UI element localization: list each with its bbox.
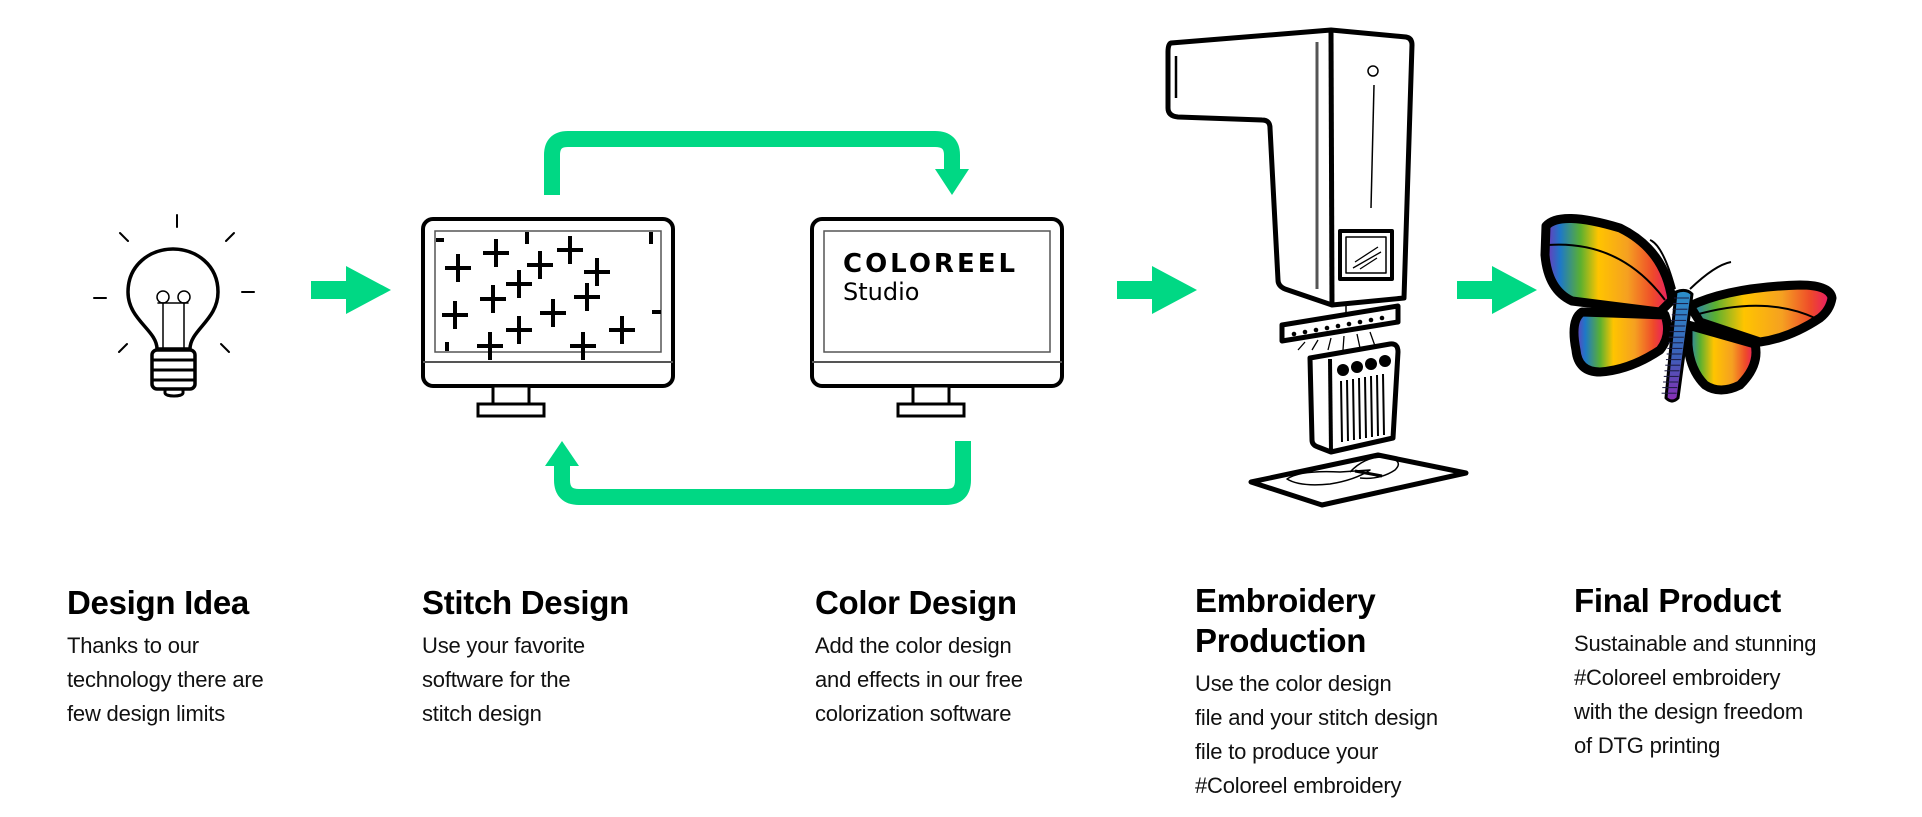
step-description: Thanks to our technology there are few d… <box>67 629 264 731</box>
ray <box>220 343 230 353</box>
description-line: file to produce your <box>1195 739 1379 764</box>
step-description: Use your favorite software for the stitc… <box>422 629 629 731</box>
description-line: of DTG printing <box>1574 733 1721 758</box>
description-line: Use the color design <box>1195 671 1392 696</box>
description-line: stitch design <box>422 701 542 726</box>
bulb-glass <box>126 247 220 351</box>
step-title: Design Idea <box>67 584 249 621</box>
arrow-right-icon <box>1457 266 1537 314</box>
description-line: #Coloreel embroidery <box>1574 665 1781 690</box>
step-title: Embroidery Production <box>1195 581 1438 661</box>
filament <box>157 302 189 350</box>
step-final-product: Final Product Sustainable and stunning #… <box>1574 581 1816 763</box>
lightbulb-icon <box>93 214 255 398</box>
screen-brand: COLOREEL <box>843 249 1019 279</box>
filament-loop <box>177 290 191 304</box>
description-line: Sustainable and stunning <box>1574 631 1817 656</box>
embroidery-machine-icon <box>1165 27 1469 508</box>
loop-arrow-back-icon <box>545 441 971 505</box>
screen-product: Studio <box>843 278 920 306</box>
description-line: few design limits <box>67 701 225 726</box>
step-stitch-design: Stitch Design Use your favorite software… <box>422 583 629 731</box>
title-line: Embroidery <box>1195 582 1376 619</box>
description-line: Use your favorite <box>422 633 585 658</box>
description-line: Add the color design <box>815 633 1012 658</box>
title-line: Production <box>1195 622 1367 659</box>
description-line: technology there are <box>67 667 264 692</box>
loop-arrow-forward-icon <box>544 131 969 195</box>
step-title: Stitch Design <box>422 584 629 621</box>
step-description: Add the color design and effects in our … <box>815 629 1023 731</box>
butterfly-icon <box>1540 213 1837 403</box>
arrow-right-icon <box>311 266 391 314</box>
stitch-monitor-icon <box>421 217 675 418</box>
description-line: software for the <box>422 667 571 692</box>
coloreel-studio-screen-text: COLOREEL Studio <box>843 250 1018 306</box>
step-title: Final Product <box>1574 582 1781 619</box>
step-description: Sustainable and stunning #Coloreel embro… <box>1574 627 1816 763</box>
description-line: and effects in our free <box>815 667 1023 692</box>
arrow-right-icon <box>1117 266 1197 314</box>
description-line: colorization software <box>815 701 1012 726</box>
description-line: #Coloreel embroidery <box>1195 773 1402 798</box>
description-line: with the design freedom <box>1574 699 1803 724</box>
step-color-design: Color Design Add the color design and ef… <box>815 583 1023 731</box>
ray <box>118 343 128 353</box>
filament-loop <box>156 290 170 304</box>
description-line: file and your stitch design <box>1195 705 1438 730</box>
step-title: Color Design <box>815 584 1017 621</box>
step-description: Use the color design file and your stitc… <box>1195 667 1438 803</box>
ray <box>119 232 129 242</box>
step-embroidery-production: Embroidery Production Use the color desi… <box>1195 581 1438 803</box>
description-line: Thanks to our <box>67 633 199 658</box>
ray <box>225 232 235 242</box>
step-design-idea: Design Idea Thanks to our technology the… <box>67 583 264 731</box>
